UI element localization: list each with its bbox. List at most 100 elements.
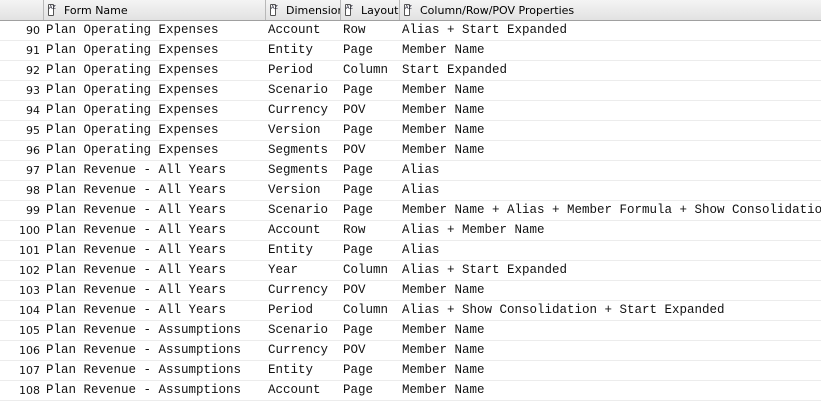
table-row[interactable]: 107 Plan Revenue - Assumptions Entity Page M… (0, 361, 821, 381)
layout-cell[interactable]: Page (341, 241, 400, 260)
dimension-cell[interactable]: Account (266, 21, 341, 40)
form-name-cell[interactable]: Plan Operating Expenses (44, 121, 266, 140)
table-row[interactable]: 102 Plan Revenue - All Years Year Column Ali… (0, 261, 821, 281)
form-name-cell[interactable]: Plan Operating Expenses (44, 81, 266, 100)
table-row[interactable]: 98 Plan Revenue - All Years Version Page Ali… (0, 181, 821, 201)
form-name-cell[interactable]: Plan Revenue - All Years (44, 281, 266, 300)
row-number[interactable]: 103 (0, 281, 44, 300)
table-row[interactable]: 99 Plan Revenue - All Years Scenario Page Me… (0, 201, 821, 221)
column-header-layout[interactable]: AZ Layout (341, 0, 400, 20)
properties-cell[interactable]: Alias + Member Name (400, 221, 821, 240)
table-row[interactable]: 100 Plan Revenue - All Years Account Row Ali… (0, 221, 821, 241)
dimension-cell[interactable]: Currency (266, 281, 341, 300)
properties-cell[interactable]: Member Name (400, 121, 821, 140)
properties-cell[interactable]: Member Name + Alias + Member Formula + S… (400, 201, 821, 220)
dimension-cell[interactable]: Scenario (266, 81, 341, 100)
table-row[interactable]: 91 Plan Operating Expenses Entity Page Membe… (0, 41, 821, 61)
form-name-cell[interactable]: Plan Revenue - Assumptions (44, 361, 266, 380)
layout-cell[interactable]: POV (341, 101, 400, 120)
sort-az-icon[interactable]: AZ (345, 4, 353, 16)
row-number[interactable]: 90 (0, 21, 44, 40)
dimension-cell[interactable]: Segments (266, 141, 341, 160)
properties-cell[interactable]: Alias + Start Expanded (400, 21, 821, 40)
form-name-cell[interactable]: Plan Revenue - All Years (44, 221, 266, 240)
layout-cell[interactable]: Column (341, 301, 400, 320)
properties-cell[interactable]: Start Expanded (400, 61, 821, 80)
table-row[interactable]: 108 Plan Revenue - Assumptions Account Page… (0, 381, 821, 401)
column-header-form-name[interactable]: AZ Form Name (44, 0, 266, 20)
layout-cell[interactable]: Page (341, 321, 400, 340)
row-number[interactable]: 96 (0, 141, 44, 160)
dimension-cell[interactable]: Segments (266, 161, 341, 180)
form-name-cell[interactable]: Plan Revenue - All Years (44, 161, 266, 180)
dimension-cell[interactable]: Currency (266, 101, 341, 120)
row-number[interactable]: 94 (0, 101, 44, 120)
dimension-cell[interactable]: Period (266, 61, 341, 80)
sort-az-icon[interactable]: AZ (270, 4, 278, 16)
dimension-cell[interactable]: Year (266, 261, 341, 280)
layout-cell[interactable]: Row (341, 221, 400, 240)
layout-cell[interactable]: POV (341, 281, 400, 300)
properties-cell[interactable]: Alias + Show Consolidation + Start Expan… (400, 301, 821, 320)
layout-cell[interactable]: Page (341, 161, 400, 180)
form-name-cell[interactable]: Plan Revenue - Assumptions (44, 381, 266, 400)
dimension-cell[interactable]: Currency (266, 341, 341, 360)
form-name-cell[interactable]: Plan Revenue - Assumptions (44, 321, 266, 340)
column-header-dimension[interactable]: AZ Dimension (266, 0, 341, 20)
layout-cell[interactable]: Page (341, 181, 400, 200)
layout-cell[interactable]: Page (341, 381, 400, 400)
layout-cell[interactable]: Page (341, 201, 400, 220)
properties-cell[interactable]: Member Name (400, 321, 821, 340)
dimension-cell[interactable]: Period (266, 301, 341, 320)
row-number[interactable]: 98 (0, 181, 44, 200)
form-name-cell[interactable]: Plan Operating Expenses (44, 101, 266, 120)
row-number[interactable]: 105 (0, 321, 44, 340)
properties-cell[interactable]: Alias (400, 181, 821, 200)
layout-cell[interactable]: Page (341, 361, 400, 380)
table-row[interactable]: 105 Plan Revenue - Assumptions Scenario Pag… (0, 321, 821, 341)
row-number[interactable]: 107 (0, 361, 44, 380)
dimension-cell[interactable]: Scenario (266, 321, 341, 340)
sort-az-icon[interactable]: AZ (404, 4, 412, 16)
dimension-cell[interactable]: Entity (266, 241, 341, 260)
dimension-cell[interactable]: Account (266, 221, 341, 240)
row-number[interactable]: 92 (0, 61, 44, 80)
properties-cell[interactable]: Member Name (400, 361, 821, 380)
properties-cell[interactable]: Member Name (400, 381, 821, 400)
form-name-cell[interactable]: Plan Revenue - All Years (44, 261, 266, 280)
table-row[interactable]: 106 Plan Revenue - Assumptions Currency POV… (0, 341, 821, 361)
layout-cell[interactable]: POV (341, 141, 400, 160)
form-name-cell[interactable]: Plan Operating Expenses (44, 141, 266, 160)
properties-cell[interactable]: Member Name (400, 141, 821, 160)
properties-cell[interactable]: Member Name (400, 41, 821, 60)
row-number[interactable]: 106 (0, 341, 44, 360)
table-row[interactable]: 104 Plan Revenue - All Years Period Column A… (0, 301, 821, 321)
layout-cell[interactable]: Column (341, 261, 400, 280)
form-name-cell[interactable]: Plan Operating Expenses (44, 61, 266, 80)
form-name-cell[interactable]: Plan Revenue - Assumptions (44, 341, 266, 360)
form-name-cell[interactable]: Plan Revenue - All Years (44, 241, 266, 260)
row-number[interactable]: 108 (0, 381, 44, 400)
sort-az-icon[interactable]: AZ (48, 4, 56, 16)
layout-cell[interactable]: Page (341, 121, 400, 140)
layout-cell[interactable]: Page (341, 81, 400, 100)
table-row[interactable]: 103 Plan Revenue - All Years Currency POV Me… (0, 281, 821, 301)
layout-cell[interactable]: POV (341, 341, 400, 360)
row-number[interactable]: 97 (0, 161, 44, 180)
dimension-cell[interactable]: Entity (266, 41, 341, 60)
column-header-properties[interactable]: AZ Column/Row/POV Properties (400, 0, 821, 20)
form-name-cell[interactable]: Plan Revenue - All Years (44, 301, 266, 320)
properties-cell[interactable]: Member Name (400, 101, 821, 120)
table-row[interactable]: 94 Plan Operating Expenses Currency POV Memb… (0, 101, 821, 121)
form-name-cell[interactable]: Plan Operating Expenses (44, 41, 266, 60)
row-number[interactable]: 91 (0, 41, 44, 60)
row-number[interactable]: 99 (0, 201, 44, 220)
row-number[interactable]: 95 (0, 121, 44, 140)
dimension-cell[interactable]: Version (266, 121, 341, 140)
table-row[interactable]: 95 Plan Operating Expenses Version Page Memb… (0, 121, 821, 141)
table-row[interactable]: 97 Plan Revenue - All Years Segments Page Al… (0, 161, 821, 181)
layout-cell[interactable]: Column (341, 61, 400, 80)
form-name-cell[interactable]: Plan Revenue - All Years (44, 181, 266, 200)
table-row[interactable]: 101 Plan Revenue - All Years Entity Page Ali… (0, 241, 821, 261)
row-number[interactable]: 100 (0, 221, 44, 240)
